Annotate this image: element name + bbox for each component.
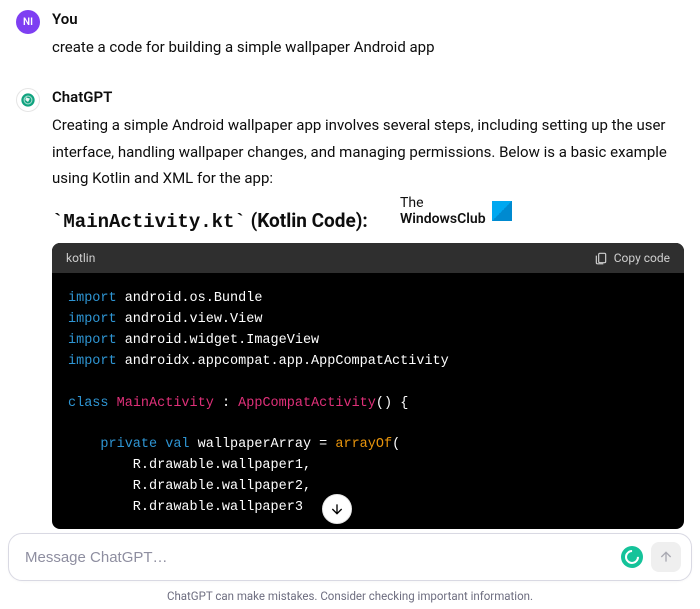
disclaimer-text: ChatGPT can make mistakes. Consider chec… [0,589,700,603]
scroll-to-bottom-button[interactable] [322,494,352,524]
watermark-text: The WindowsClub [400,195,486,227]
openai-icon [20,92,36,108]
message-body: You create a code for building a simple … [52,10,684,60]
avatar-chatgpt [16,88,40,112]
watermark: The WindowsClub [400,195,512,227]
message-input[interactable] [25,549,621,566]
avatar-initials: NI [23,17,33,28]
code-block-header: kotlin Copy code [52,243,684,273]
code-heading: `MainActivity.kt` (Kotlin Code): [52,209,684,233]
code-language-label: kotlin [66,251,95,265]
user-text: create a code for building a simple wall… [52,34,684,60]
message-assistant: ChatGPT Creating a simple Android wallpa… [16,88,684,529]
assistant-text: Creating a simple Android wallpaper app … [52,112,684,191]
composer [8,533,692,581]
arrow-down-icon [329,501,345,517]
arrow-up-icon [658,549,674,565]
send-button[interactable] [651,542,681,572]
avatar-user: NI [16,10,40,34]
grammarly-icon[interactable] [621,546,643,568]
heading-suffix: (Kotlin Code): [246,209,368,232]
code-content[interactable]: import android.os.Bundle import android.… [52,273,684,529]
sender-label: ChatGPT [52,88,684,106]
message-user: NI You create a code for building a simp… [16,10,684,60]
chat-scroll-area: NI You create a code for building a simp… [0,0,700,535]
copy-code-button[interactable]: Copy code [594,251,670,265]
clipboard-icon [594,251,608,265]
message-body: ChatGPT Creating a simple Android wallpa… [52,88,684,529]
heading-filename: `MainActivity.kt` [52,211,246,233]
copy-code-label: Copy code [614,251,670,265]
sender-label: You [52,10,684,28]
windowsclub-logo-icon [492,201,512,221]
code-block: kotlin Copy code import android.os.Bundl… [52,243,684,529]
